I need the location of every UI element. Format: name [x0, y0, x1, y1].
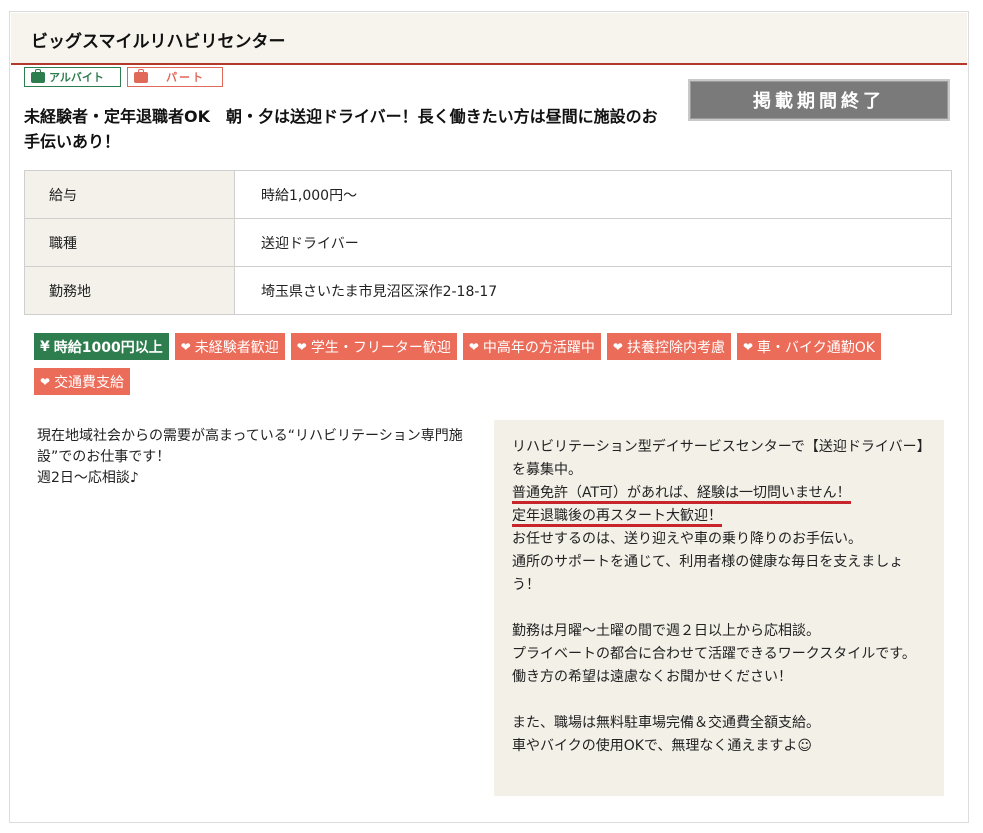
table-row: 勤務地 埼玉県さいたま市見沼区深作2-18-17 — [24, 266, 952, 315]
tag-label: 中高年の方活躍中 — [482, 339, 595, 356]
description-text: 通所のサポートを通じて、利用者様の健康な毎日を支えましょう！ — [512, 554, 904, 593]
lead-line: 現在地域社会からの需要が高まっている“リハビリテーション専門施設”でのお仕事です… — [37, 428, 463, 465]
description-text: また、職場は無料駐車場完備＆交通費全額支給。 — [512, 715, 820, 731]
tag-item: ❤ 交通費支給 — [34, 368, 131, 395]
briefcase-icon — [134, 68, 148, 83]
badge-label: アルバイト — [49, 71, 104, 84]
yen-icon: ¥ — [40, 338, 50, 355]
tag-label: 扶養控除内考慮 — [626, 339, 725, 356]
job-info-table: 給与 時給1,000円～ 職種 送迎ドライバー 勤務地 埼玉県さいたま市見沼区深… — [24, 170, 952, 315]
row-label-location: 勤務地 — [24, 266, 235, 315]
tag-item: ❤ 扶養控除内考慮 — [606, 333, 731, 360]
description-text: 働き方の希望は遠慮なくお聞かせください！ — [512, 669, 792, 685]
job-title: 未経験者・定年退職者OK 朝・夕は送迎ドライバー！長く働きたい方は昼間に施設のお… — [24, 107, 658, 151]
description-text: 勤務は月曜～土曜の間で週２日以上から応相談。 — [512, 623, 820, 639]
heart-icon: ❤ — [180, 339, 191, 354]
tag-label: 車・バイク通勤OK — [757, 339, 875, 356]
badge-label: パート — [166, 71, 205, 84]
tag-item: ❤ 車・バイク通勤OK — [736, 333, 881, 360]
company-name[interactable]: ビッグスマイルリハビリセンター — [31, 27, 286, 52]
heart-icon: ❤ — [742, 339, 754, 354]
employment-type-badge-arubaito: アルバイト — [24, 67, 121, 87]
lead-text: 現在地域社会からの需要が高まっている“リハビリテーション専門施設”でのお仕事です… — [37, 426, 477, 489]
row-value-salary: 時給1,000円～ — [234, 170, 952, 219]
heart-icon: ❤ — [296, 339, 307, 354]
tag-label: 学生・フリーター歓迎 — [310, 339, 451, 356]
heart-icon: ❤ — [612, 339, 623, 354]
table-row: 給与 時給1,000円～ — [24, 170, 952, 219]
table-row: 職種 送迎ドライバー — [24, 218, 952, 267]
description-box: リハビリテーション型デイサービスセンターで【送迎ドライバー】を募集中。 普通免許… — [494, 420, 944, 796]
heart-icon: ❤ — [40, 374, 51, 389]
row-value-location: 埼玉県さいたま市見沼区深作2-18-17 — [234, 266, 952, 315]
row-value-job-type: 送迎ドライバー — [234, 218, 952, 267]
tag-item: ❤ 未経験者歓迎 — [174, 333, 285, 360]
tag-label: 交通費支給 — [54, 374, 125, 391]
description-text: お任せするのは、送り迎えや車の乗り降りのお手伝い。 — [512, 531, 862, 547]
description-text: プライベートの都合に合わせて活躍できるワークスタイルです。 — [512, 646, 916, 662]
listing-ended-button[interactable]: 掲載期間終了 — [688, 79, 950, 121]
tag-label: 未経験者歓迎 — [194, 339, 279, 356]
row-label-salary: 給与 — [24, 170, 235, 219]
lead-line: 週2日～応相談♪ — [37, 470, 139, 486]
employment-type-badge-part: パート — [127, 67, 223, 87]
tag-label: 時給1000円以上 — [53, 339, 163, 356]
highlight-text: 定年退職後の再スタート大歓迎！ — [512, 508, 722, 527]
feature-tags: ¥ 時給1000円以上 ❤ 未経験者歓迎 ❤ 学生・フリーター歓迎 ❤ 中高年の… — [34, 333, 964, 395]
tag-item: ❤ 中高年の方活躍中 — [462, 333, 601, 360]
description-text: 車やバイクの使用OKで、無理なく通えますよ☺ — [512, 738, 812, 754]
highlight-text: 普通免許（AT可）があれば、経験は一切問いません！ — [512, 485, 851, 504]
card-header: ビッグスマイルリハビリセンター — [11, 13, 967, 65]
tag-item: ❤ 学生・フリーター歓迎 — [290, 333, 457, 360]
briefcase-icon — [31, 68, 45, 83]
heart-icon: ❤ — [468, 339, 479, 354]
row-label-job-type: 職種 — [24, 218, 235, 267]
tag-wage: ¥ 時給1000円以上 — [34, 333, 169, 360]
description-text: リハビリテーション型デイサービスセンターで【送迎ドライバー】を募集中。 — [512, 439, 924, 478]
